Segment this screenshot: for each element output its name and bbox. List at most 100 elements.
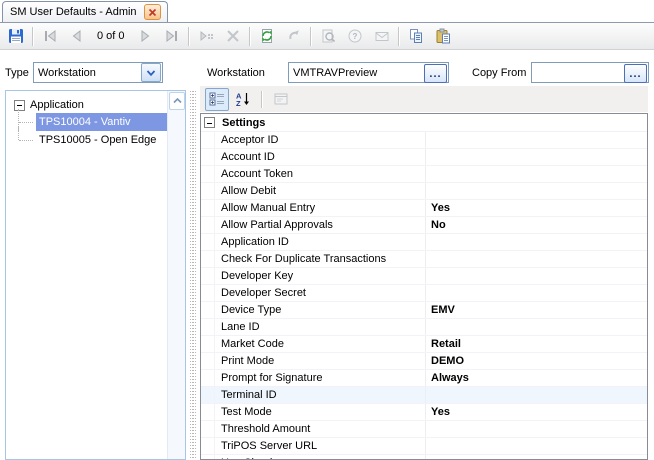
property-row[interactable]: Device TypeEMV — [201, 302, 647, 319]
last-record-icon — [164, 28, 180, 44]
scroll-up-button[interactable] — [169, 92, 185, 110]
type-combobox[interactable]: Workstation — [33, 62, 163, 83]
refresh-button[interactable] — [254, 24, 280, 49]
property-row[interactable]: TriPOS Server URL — [201, 438, 647, 455]
property-label: Test Mode — [215, 404, 426, 420]
property-pages-icon — [273, 91, 289, 107]
categorized-button[interactable] — [205, 88, 229, 111]
property-value[interactable]: Always — [426, 372, 647, 384]
property-row[interactable]: Terminal ID — [201, 387, 647, 404]
row-gutter — [201, 438, 215, 454]
property-value[interactable]: Yes — [426, 202, 647, 214]
tree-root-label: Application — [30, 99, 84, 111]
property-row[interactable]: Lane ID — [201, 319, 647, 336]
property-row[interactable]: Account Token — [201, 166, 647, 183]
svg-text:Z: Z — [236, 99, 241, 107]
new-record-button — [193, 24, 219, 49]
toolbar-separator — [261, 91, 263, 108]
workstation-input[interactable] — [289, 63, 424, 82]
row-gutter — [201, 217, 215, 233]
copy-from-label: Copy From — [472, 67, 526, 79]
tree-item[interactable]: TPS10004 - Vantiv — [18, 113, 168, 131]
property-row[interactable]: Use Cloud — [201, 455, 647, 460]
row-gutter — [201, 404, 215, 420]
property-row[interactable]: Market CodeRetail — [201, 336, 647, 353]
row-gutter — [201, 353, 215, 369]
previous-record-button — [64, 24, 90, 49]
tab-title: SM User Defaults - Admin — [10, 6, 137, 18]
row-gutter — [201, 370, 215, 386]
property-label: Developer Key — [215, 268, 426, 284]
row-gutter — [201, 251, 215, 267]
delete-icon — [225, 28, 241, 44]
collapse-icon[interactable] — [204, 117, 215, 128]
svg-text:?: ? — [352, 32, 357, 41]
tree-item-label: TPS10005 - Open Edge — [36, 131, 168, 149]
sort-alphabetical-button[interactable]: A Z — [231, 88, 255, 111]
email-icon — [374, 28, 390, 44]
settings-category-row[interactable]: Settings — [201, 114, 647, 132]
collapse-icon[interactable] — [14, 100, 25, 111]
property-row[interactable]: Allow Debit — [201, 183, 647, 200]
property-value[interactable]: Yes — [426, 406, 647, 418]
tree-root-node[interactable]: Application — [6, 97, 168, 113]
close-icon — [148, 8, 157, 17]
property-label: Acceptor ID — [215, 132, 426, 148]
property-row[interactable]: Print ModeDEMO — [201, 353, 647, 370]
paste-icon — [435, 28, 451, 44]
property-value[interactable]: DEMO — [426, 355, 647, 367]
property-grid-toolbar: A Z — [200, 86, 648, 112]
copy-from-ellipsis-button[interactable]: ... — [624, 64, 647, 83]
tree-item-label: TPS10004 - Vantiv — [36, 113, 168, 131]
row-gutter — [201, 200, 215, 216]
row-gutter — [201, 234, 215, 250]
property-row[interactable]: Developer Secret — [201, 285, 647, 302]
property-label: Application ID — [215, 234, 426, 250]
copy-icon — [408, 28, 424, 44]
type-combobox-dropdown-button[interactable] — [141, 63, 161, 82]
property-label: Market Code — [215, 336, 426, 352]
copy-from-input[interactable] — [532, 63, 624, 82]
delete-record-button — [220, 24, 246, 49]
row-gutter — [201, 149, 215, 165]
tab-sm-user-defaults[interactable]: SM User Defaults - Admin — [2, 1, 168, 22]
tree-item[interactable]: TPS10005 - Open Edge — [18, 131, 168, 149]
row-gutter — [201, 319, 215, 335]
undo-icon — [286, 28, 302, 44]
paste-button[interactable] — [430, 24, 456, 49]
property-label: Account ID — [215, 149, 426, 165]
workstation-ellipsis-button[interactable]: ... — [424, 64, 447, 83]
property-row[interactable]: Allow Manual EntryYes — [201, 200, 647, 217]
property-label: Device Type — [215, 302, 426, 318]
property-row[interactable]: Test ModeYes — [201, 404, 647, 421]
next-record-icon — [137, 28, 153, 44]
property-row[interactable]: Prompt for SignatureAlways — [201, 370, 647, 387]
property-value[interactable]: Retail — [426, 338, 647, 350]
last-record-button — [159, 24, 185, 49]
toolbar-separator — [32, 27, 34, 46]
property-row[interactable]: Developer Key — [201, 268, 647, 285]
save-button[interactable] — [3, 24, 29, 49]
property-row[interactable]: Application ID — [201, 234, 647, 251]
property-row[interactable]: Allow Partial ApprovalsNo — [201, 217, 647, 234]
print-preview-button — [315, 24, 341, 49]
property-grid: Settings Acceptor IDAccount IDAccount To… — [200, 113, 648, 460]
tree-vertical-scrollbar[interactable] — [167, 91, 185, 459]
property-row[interactable]: Acceptor ID — [201, 132, 647, 149]
next-record-button — [132, 24, 158, 49]
property-value[interactable]: EMV — [426, 304, 647, 316]
tab-close-button[interactable] — [144, 4, 161, 20]
property-value[interactable]: No — [426, 219, 647, 231]
property-row[interactable]: Account ID — [201, 149, 647, 166]
copy-button[interactable] — [403, 24, 429, 49]
panel-splitter[interactable] — [190, 90, 196, 460]
property-label: Terminal ID — [215, 387, 426, 403]
new-record-icon — [198, 28, 214, 44]
property-row[interactable]: Check For Duplicate Transactions — [201, 251, 647, 268]
help-button: ? — [342, 24, 368, 49]
property-label: TriPOS Server URL — [215, 438, 426, 454]
property-row[interactable]: Threshold Amount — [201, 421, 647, 438]
row-gutter — [201, 132, 215, 148]
row-gutter — [201, 302, 215, 318]
filter-row: Type Workstation Workstation ... Copy Fr… — [0, 51, 654, 89]
